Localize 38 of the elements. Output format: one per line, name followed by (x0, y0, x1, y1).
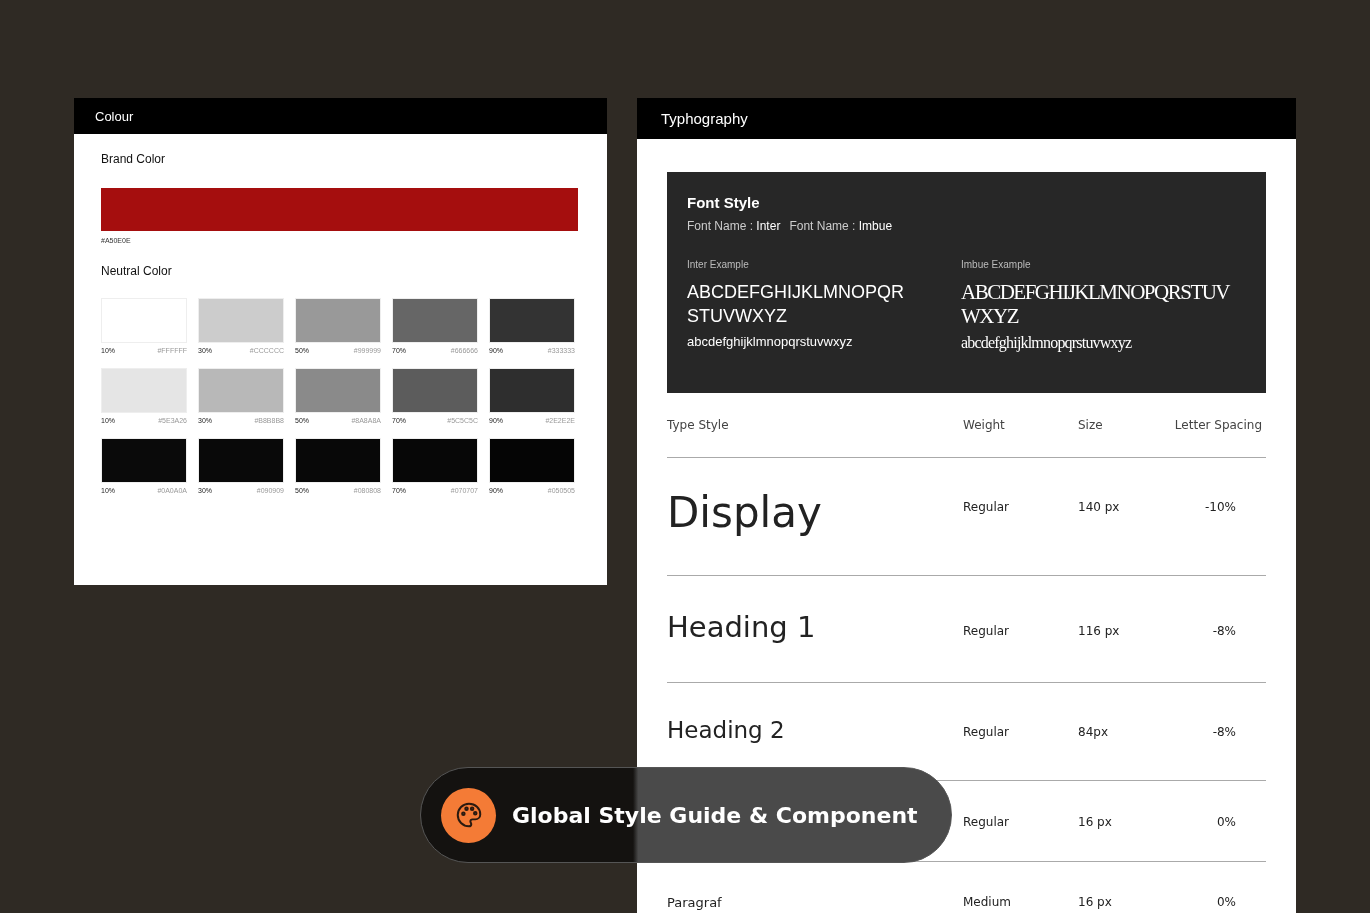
table-cell-text: 0% (1215, 814, 1237, 829)
table-cell-text: Regular (963, 724, 1011, 739)
lowercase-sample: abcdefghijklmnopqrstuvwxyz (961, 334, 1133, 352)
type-style-sample: Display (667, 488, 822, 537)
column-header: Size (1078, 418, 1104, 432)
panel-title: Typhography (661, 110, 748, 127)
type-style-sample: Paragraf (667, 895, 722, 910)
font-name: Font Name : Inter (687, 219, 781, 233)
type-style-sample: Heading 1 (667, 610, 816, 644)
table-cell-text: 116 px (1078, 623, 1121, 638)
table-cell-text: -8% (1211, 724, 1237, 739)
table-cell-text: Regular (963, 814, 1011, 829)
table-cell-text: 0% (1215, 894, 1237, 909)
font-name: Font Name : Imbue (789, 219, 893, 233)
column-header: Letter Spacing (1173, 418, 1263, 432)
banner-title: Global Style Guide & Component (512, 802, 918, 828)
table-cell-text: -10% (1204, 499, 1237, 514)
column-header: Type Style (667, 418, 730, 432)
table-cell-text: Regular (963, 623, 1011, 638)
table-cell-text: 16 px (1078, 814, 1113, 829)
section-label: Neutral Color (101, 264, 173, 278)
table-cell-text: Regular (963, 499, 1011, 514)
table-cell-text: 140 px (1078, 499, 1121, 514)
table-cell-text: Medium (963, 894, 1012, 909)
table-cell-text: 84px (1078, 724, 1109, 739)
column-header: Weight (963, 418, 1006, 432)
table-cell-text: 16 px (1078, 894, 1113, 909)
section-label: Brand Color (101, 152, 167, 166)
lowercase-sample: abcdefghijklmnopqrstuvwxyz (687, 334, 854, 349)
uppercase-sample: ABCDEFGHIJKLMNOPQR STUVWXYZ (687, 281, 906, 328)
palette-icon (441, 787, 496, 843)
example-label: Imbue Example (961, 259, 1032, 270)
panel-title: Font Style (687, 194, 761, 211)
panel-title: Colour (95, 108, 134, 124)
example-label: Inter Example (687, 259, 750, 270)
table-cell-text: -8% (1211, 623, 1237, 638)
type-style-sample: Heading 2 (667, 717, 785, 743)
uppercase-sample: ABCDEFGHIJKLMNOPQRSTUV WXYZ (961, 280, 1231, 328)
